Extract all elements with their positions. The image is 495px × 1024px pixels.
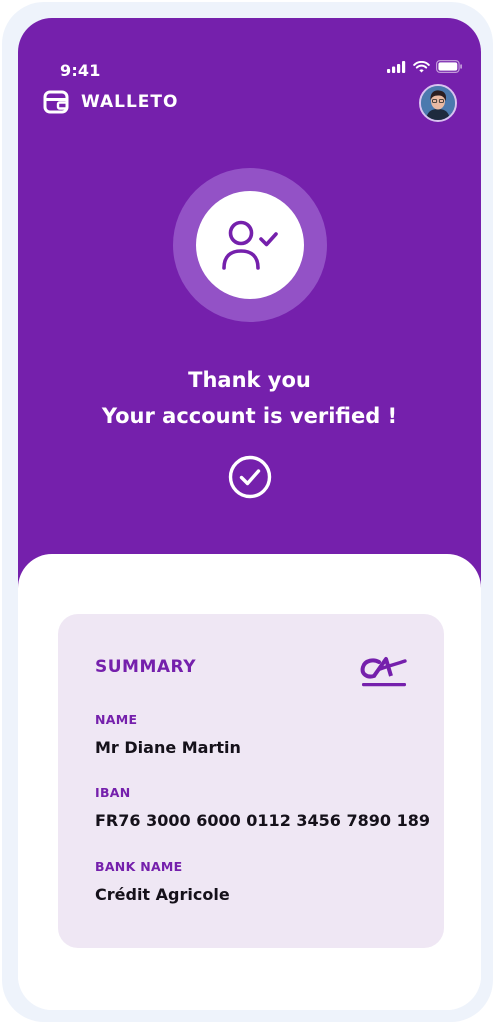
summary-card: SUMMARY NAME Mr Diane Martin IBAN FR76 3… xyxy=(58,614,444,948)
user-check-icon xyxy=(222,220,278,270)
avatar[interactable] xyxy=(419,84,457,122)
bank-name-value: Crédit Agricole xyxy=(95,885,230,904)
thank-you-text: Thank you xyxy=(188,368,311,392)
badge-inner-circle xyxy=(196,191,304,299)
battery-icon xyxy=(436,60,462,73)
credit-agricole-logo xyxy=(360,657,407,687)
iban-value: FR76 3000 6000 0112 3456 7890 189 xyxy=(95,811,430,830)
name-value: Mr Diane Martin xyxy=(95,738,241,757)
verification-hero: 9:41 WALLETO Thank you Your account is v… xyxy=(18,18,481,618)
wifi-icon xyxy=(413,60,430,72)
app-name: WALLETO xyxy=(81,92,179,112)
app-screen: 9:41 WALLETO Thank you Your account is v… xyxy=(18,18,481,1010)
verified-badge xyxy=(173,168,327,322)
bank-name-label: BANK NAME xyxy=(95,859,183,874)
brand: WALLETO xyxy=(43,90,178,114)
name-label: NAME xyxy=(95,712,138,727)
signal-icon xyxy=(387,60,406,73)
verified-message: Your account is verified ! xyxy=(101,404,398,428)
wallet-icon xyxy=(43,90,69,114)
summary-title: SUMMARY xyxy=(95,657,197,677)
check-circle-icon xyxy=(228,455,272,499)
iban-label: IBAN xyxy=(95,785,131,800)
status-icons xyxy=(387,60,463,73)
phone-frame: 9:41 WALLETO Thank you Your account is v… xyxy=(2,2,493,1022)
status-time: 9:41 xyxy=(60,61,101,80)
profile-photo xyxy=(421,86,455,120)
